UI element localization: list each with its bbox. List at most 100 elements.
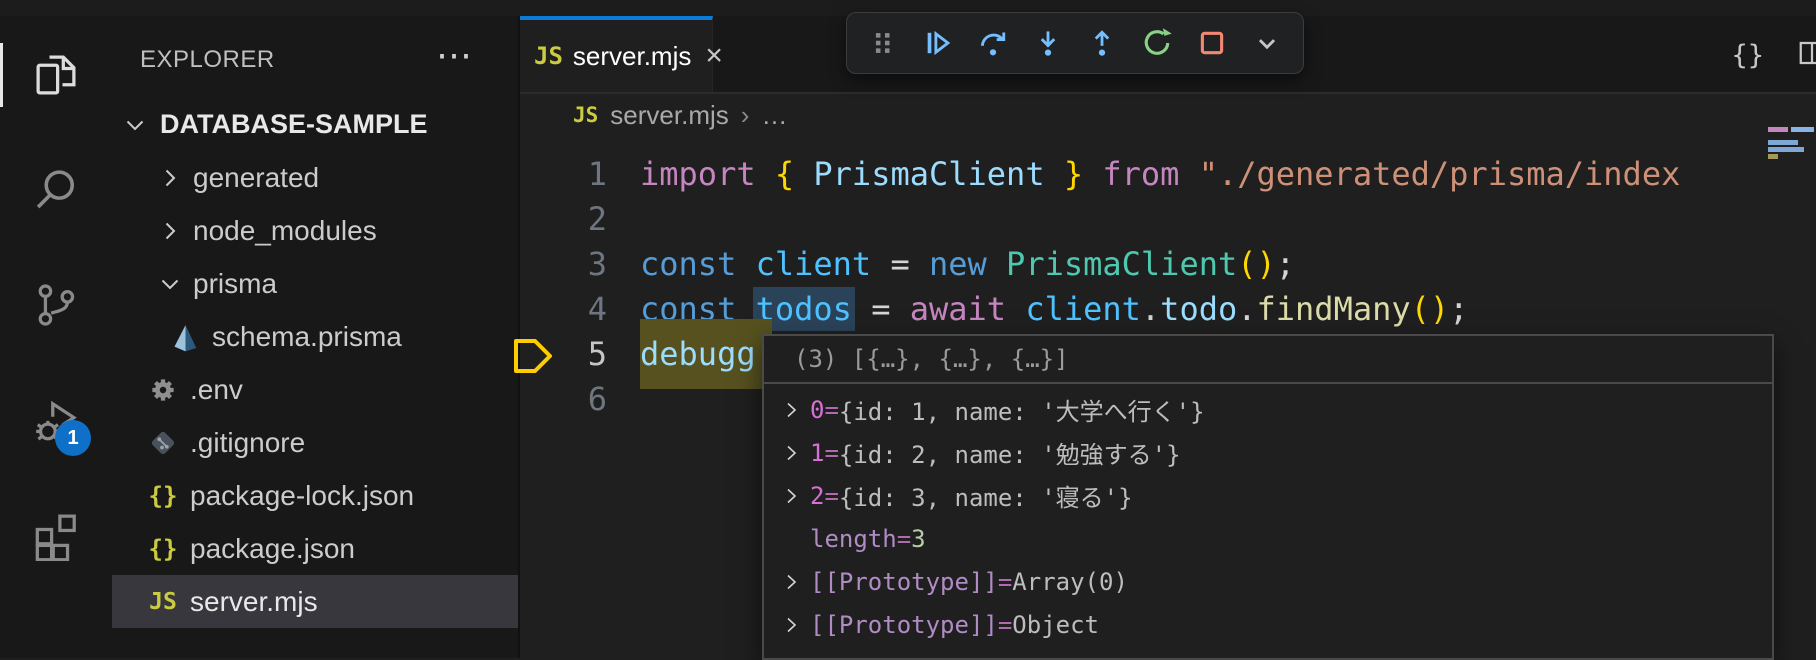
debug-current-line-marker-icon [512, 337, 554, 375]
chevron-right-icon [157, 218, 183, 244]
expand-chevron-icon [780, 442, 802, 464]
tree-item-label: server.mjs [190, 586, 318, 618]
code-line-1[interactable]: import { PrismaClient } from "./generate… [640, 152, 1764, 197]
popup-row-0[interactable]: 0 = {id: 1, name: '大学へ行く'} [764, 388, 1772, 431]
debug-toolbar [846, 12, 1304, 74]
popup-eq: = [824, 482, 838, 510]
popup-row-value: {id: 1, name: '大学へ行く'} [839, 392, 1205, 427]
close-tab-icon[interactable]: × [705, 39, 723, 73]
active-view-indicator [0, 43, 3, 107]
word-highlight-todos: todos [756, 290, 852, 328]
tree-item-label: generated [193, 162, 319, 194]
activity-bar-explorer[interactable] [30, 49, 82, 101]
minimap-code-bar [1768, 154, 1778, 159]
tree-root-folder[interactable]: DATABASE-SAMPLE [112, 98, 518, 151]
code-line-3[interactable]: const client = new PrismaClient(); [640, 242, 1764, 287]
popup-row-value: Array(0) [1012, 568, 1128, 596]
more-debug-actions-button[interactable] [1245, 21, 1289, 65]
root-folder-label: DATABASE-SAMPLE [160, 109, 428, 140]
step-over-button[interactable] [971, 21, 1015, 65]
more-actions-icon[interactable]: ⋯ [436, 34, 472, 76]
step-into-button[interactable] [1026, 21, 1070, 65]
continue-button[interactable] [916, 21, 960, 65]
popup-row--prototype-[interactable]: [[Prototype]] = Object [764, 603, 1772, 646]
popup-row-2[interactable]: 2 = {id: 3, name: '寝る'} [764, 474, 1772, 517]
drag-handle-button[interactable] [861, 21, 905, 65]
continue-icon [921, 26, 955, 60]
symbols-braces-icon[interactable]: {} [1731, 40, 1764, 71]
popup-row-value: {id: 2, name: '勉強する'} [839, 435, 1181, 470]
stop-button[interactable] [1190, 21, 1234, 65]
popup-row-name: 2 [810, 482, 824, 510]
popup-eq: = [998, 568, 1012, 596]
tree-item-schema-prisma[interactable]: schema.prisma [112, 310, 518, 363]
tab-server-mjs[interactable]: JS server.mjs × [520, 16, 713, 92]
tree-item-label: package.json [190, 533, 355, 565]
tree-item-server-mjs[interactable]: JS server.mjs [112, 575, 518, 628]
breadcrumb-symbol-more[interactable]: … [761, 100, 787, 131]
minimap-code-bar [1768, 140, 1798, 145]
popup-row--prototype-[interactable]: [[Prototype]] = Array(0) [764, 560, 1772, 603]
json-file-icon: {} [148, 534, 178, 564]
explorer-sidebar: EXPLORER ⋯ DATABASE-SAMPLEgeneratednode_… [112, 16, 520, 658]
activity-bar: 1 [0, 16, 112, 658]
tree-item--env[interactable]: .env [112, 363, 518, 416]
split-editor-icon[interactable] [1796, 38, 1816, 73]
tree-item-node-modules[interactable]: node_modules [112, 204, 518, 257]
files-icon [30, 49, 82, 101]
expand-chevron-icon [780, 571, 802, 593]
popup-row-value: Object [1012, 611, 1099, 639]
stop-icon [1195, 26, 1229, 60]
popup-row-name: 1 [810, 439, 824, 467]
javascript-file-icon: JS [149, 589, 177, 615]
activity-bar-extensions[interactable] [30, 509, 82, 561]
line-number-6[interactable]: 6 [520, 377, 607, 422]
popup-row-1[interactable]: 1 = {id: 2, name: '勉強する'} [764, 431, 1772, 474]
debug-value-popup: (3) [{…}, {…}, {…}] 0 = {id: 1, name: '大… [762, 334, 1774, 660]
prisma-file-icon [170, 322, 200, 352]
step-out-button[interactable] [1080, 21, 1124, 65]
tree-item-label: schema.prisma [212, 321, 402, 353]
popup-row-name: length [810, 525, 897, 553]
line-number-2[interactable]: 2 [520, 197, 607, 242]
popup-row-length: length = 3 [764, 517, 1772, 560]
tree-item-label: .gitignore [190, 427, 305, 459]
popup-eq: = [897, 525, 911, 553]
code-line-4[interactable]: const todos = await client.todo.findMany… [640, 287, 1764, 332]
tree-item-label: .env [190, 374, 243, 406]
scm-icon [30, 279, 82, 331]
tree-item--gitignore[interactable]: .gitignore [112, 416, 518, 469]
restart-button[interactable] [1135, 21, 1179, 65]
breadcrumb-file[interactable]: server.mjs [610, 100, 728, 131]
line-number-4[interactable]: 4 [520, 287, 607, 332]
extensions-icon [30, 509, 82, 561]
popup-summary[interactable]: (3) [{…}, {…}, {…}] [764, 336, 1772, 384]
tree-item-package-json[interactable]: {} package.json [112, 522, 518, 575]
popup-row-name: [[Prototype]] [810, 611, 998, 639]
tree-item-generated[interactable]: generated [112, 151, 518, 204]
chevron-right-icon [157, 165, 183, 191]
tree-item-prisma[interactable]: prisma [112, 257, 518, 310]
activity-bar-search[interactable] [30, 164, 82, 216]
popup-eq: = [824, 439, 838, 467]
tree-item-label: node_modules [193, 215, 377, 247]
popup-row-value: 3 [911, 525, 925, 553]
code-line-2[interactable] [640, 197, 1764, 242]
tree-item-package-lock-json[interactable]: {} package-lock.json [112, 469, 518, 522]
expand-chevron-icon [780, 485, 802, 507]
tree-item-label: prisma [193, 268, 277, 300]
json-file-icon: {} [149, 482, 178, 510]
json-file-icon: {} [148, 481, 178, 511]
tree-item-label: package-lock.json [190, 480, 414, 512]
javascript-file-icon: JS [573, 103, 598, 127]
restart-icon [1140, 26, 1174, 60]
minimap-code-bar [1768, 127, 1788, 132]
line-number-1[interactable]: 1 [520, 152, 607, 197]
chevron-down-icon [1250, 26, 1284, 60]
chevron-down-icon [157, 271, 183, 297]
minimap-code-bar [1768, 147, 1804, 152]
activity-bar-source-control[interactable] [30, 279, 82, 331]
chevron-down-icon [122, 112, 148, 138]
javascript-file-icon: JS [534, 42, 563, 70]
line-number-3[interactable]: 3 [520, 242, 607, 287]
